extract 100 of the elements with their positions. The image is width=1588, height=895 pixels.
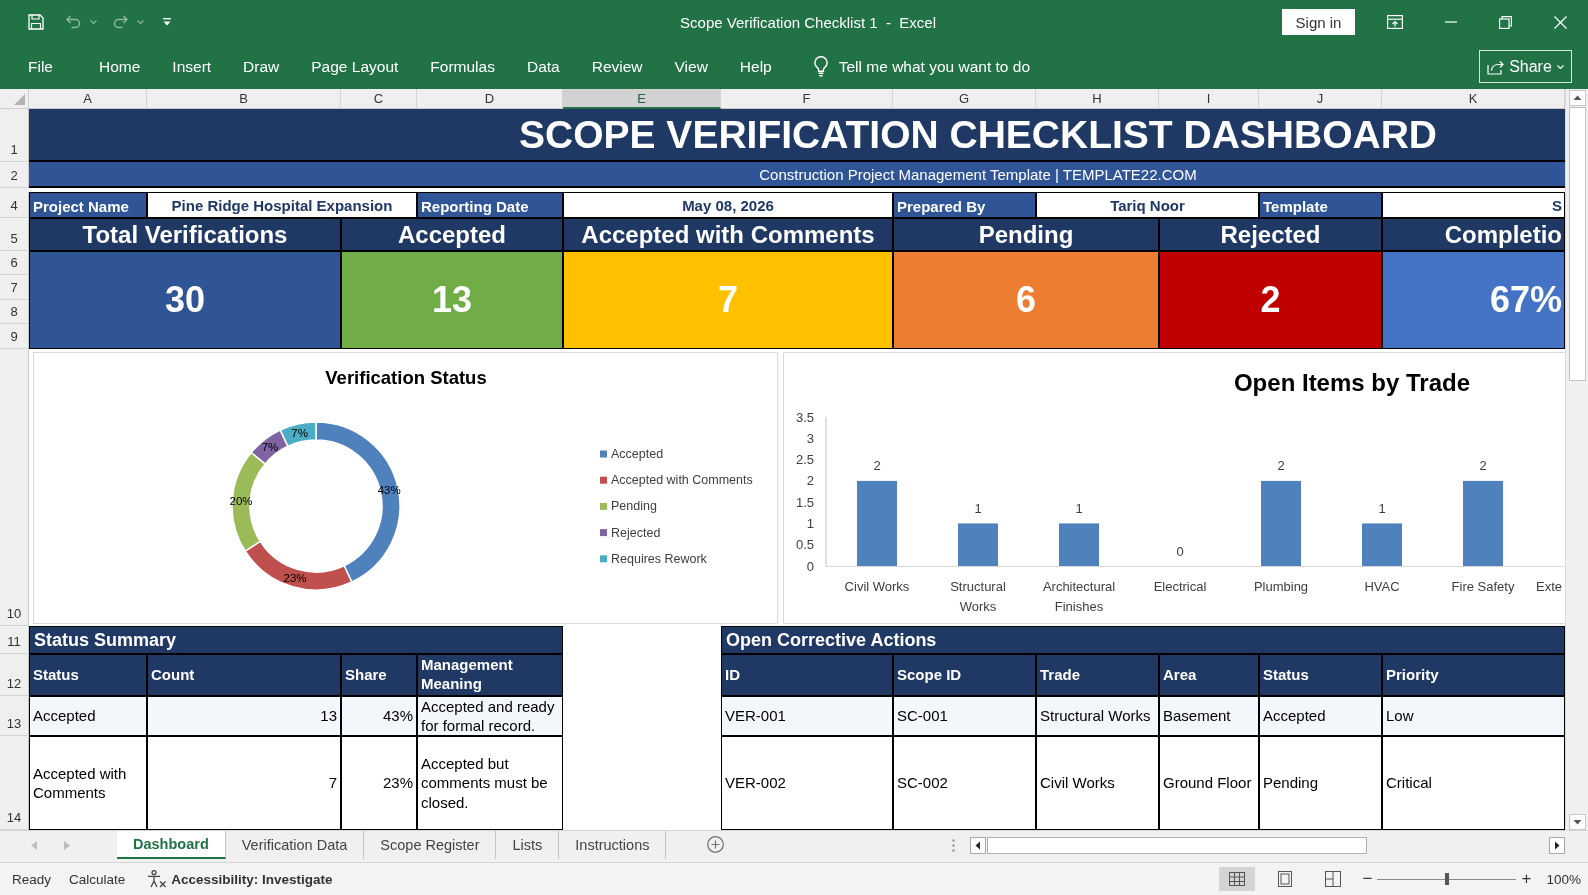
axis-tick-label: 2 <box>806 473 814 489</box>
data-label: 2 <box>873 458 881 474</box>
table-cell: VER-001 <box>721 696 893 736</box>
table-cell: Structural Works <box>1036 696 1159 736</box>
axis-tick-label: 3.5 <box>795 409 814 425</box>
axis-tick-label: 0 <box>806 558 814 574</box>
kpi-label: Rejected <box>1159 218 1382 251</box>
sheet-tab[interactable]: Dashboard <box>117 831 226 859</box>
split-page-icon[interactable] <box>1325 871 1342 887</box>
ribbon-tab[interactable]: Home <box>83 51 157 82</box>
zoom-out-button[interactable]: − <box>1360 869 1375 889</box>
sign-in-button[interactable]: Sign in <box>1282 9 1355 35</box>
column-header[interactable]: B <box>147 89 341 109</box>
table-cell: Ground Floor <box>1159 736 1259 830</box>
table-cell: Pending <box>1259 736 1382 830</box>
column-header[interactable]: H <box>1036 89 1159 109</box>
table-cell: 13 <box>147 696 341 736</box>
kpi-card: 6 <box>893 251 1159 349</box>
table-cell: Accepted <box>29 696 147 736</box>
vertical-dots-icon[interactable] <box>952 839 955 852</box>
axis-tick-label: 0.5 <box>795 537 814 553</box>
table-header: Management Meaning <box>417 654 563 696</box>
ribbon-tab[interactable]: Page Layout <box>295 51 415 82</box>
legend-key-icon <box>600 450 607 458</box>
table-header: Area <box>1159 654 1259 696</box>
ribbon-tab[interactable]: Insert <box>156 51 228 82</box>
category-label: Civil Works <box>844 578 910 594</box>
grid-view-icon[interactable] <box>1219 867 1256 891</box>
legend-label: Requires Rework <box>611 551 707 566</box>
dashboard-title: SCOPE VERIFICATION CHECKLIST DASHBOARD <box>29 109 1565 162</box>
kpi-card: 2 <box>1159 251 1382 349</box>
chart-bar <box>1362 523 1402 566</box>
category-label: Architectural Finishes <box>1042 578 1116 614</box>
table-cell: 7 <box>147 736 341 830</box>
table-header: Status <box>29 654 147 696</box>
accessibility-button[interactable]: Accessibility: Investigate <box>147 870 333 888</box>
legend-key-icon <box>600 555 607 563</box>
ribbon-tab[interactable]: View <box>658 51 724 82</box>
axis-tick-label: 1 <box>806 515 814 531</box>
column-header[interactable]: C <box>341 89 417 109</box>
column-header[interactable]: F <box>721 89 893 109</box>
table-cell: Accepted but comments must be closed. <box>417 736 563 830</box>
legend-key-icon <box>600 502 607 510</box>
calculate-button[interactable]: Calculate <box>69 871 126 887</box>
table-cell: 23% <box>341 736 417 830</box>
table-cell: VER-002 <box>721 736 893 830</box>
share-icon <box>1487 58 1505 75</box>
column-header[interactable]: K <box>1382 89 1565 109</box>
column-header[interactable]: A <box>29 89 147 109</box>
column-header[interactable]: I <box>1159 89 1259 109</box>
table-cell: Civil Works <box>1036 736 1159 830</box>
field-label: Prepared By <box>893 192 1036 218</box>
ribbon-tab[interactable]: Formulas <box>414 51 511 82</box>
category-label: Structural Works <box>950 578 1006 614</box>
data-label: 7% <box>291 426 308 439</box>
restore-icon[interactable] <box>1499 15 1512 29</box>
column-header[interactable]: G <box>893 89 1036 109</box>
sheet-tab[interactable]: Lists <box>496 831 560 859</box>
status-text: Ready <box>12 871 52 887</box>
sheet-tab[interactable]: Verification Data <box>225 831 365 859</box>
sheet-tab[interactable]: Instructions <box>559 831 667 859</box>
plus-circle-icon[interactable] <box>707 836 725 853</box>
zoom-level[interactable]: 100% <box>1546 871 1581 887</box>
row-header[interactable]: 10 <box>0 349 29 626</box>
ribbon-tab[interactable]: File <box>12 51 69 82</box>
table-header: Count <box>147 654 341 696</box>
data-label: 2 <box>1277 458 1285 474</box>
axis-tick-label: 2.5 <box>795 452 814 468</box>
table-cell: Accepted and ready for formal record. <box>417 696 563 736</box>
zoom-in-button[interactable]: + <box>1519 869 1534 889</box>
close-icon[interactable] <box>1554 15 1567 29</box>
legend-label: Accepted <box>611 447 664 461</box>
ribbon-tab[interactable]: Help <box>723 51 788 82</box>
field-value: Pine Ridge Hospital Expansion <box>147 192 417 218</box>
scrollbar-thumb[interactable] <box>1568 107 1586 381</box>
slider-thumb[interactable] <box>1444 873 1449 885</box>
lightbulb-icon[interactable] <box>813 56 828 77</box>
data-label: 1 <box>1378 500 1386 516</box>
column-header[interactable]: D <box>417 89 563 109</box>
table-header: Trade <box>1036 654 1159 696</box>
page-view-icon[interactable] <box>1277 871 1294 887</box>
tell-me-field[interactable]: Tell me what you want to do <box>838 54 1074 79</box>
sheet-tab[interactable]: Scope Register <box>364 831 497 859</box>
category-label: Plumbing <box>1253 578 1309 594</box>
vertical-scrollbar[interactable] <box>1565 89 1588 830</box>
ribbon-tab[interactable]: Review <box>575 51 659 82</box>
column-header[interactable]: E <box>563 89 721 109</box>
share-button[interactable]: Share <box>1479 50 1572 83</box>
scrollbar-thumb[interactable] <box>987 837 1367 854</box>
ribbon-tab[interactable]: Data <box>510 51 576 82</box>
data-label: 1 <box>1075 500 1083 516</box>
save-icon[interactable] <box>28 14 44 30</box>
ribbon-tab[interactable]: Draw <box>227 51 296 82</box>
field-value: S <box>1382 192 1565 218</box>
field-label: Template <box>1259 192 1382 218</box>
column-header[interactable]: J <box>1259 89 1382 109</box>
dropdown-icon[interactable] <box>163 18 171 26</box>
horizontal-scrollbar[interactable] <box>970 837 1565 854</box>
table-header: Priority <box>1382 654 1565 696</box>
table-header: Status <box>1259 654 1382 696</box>
